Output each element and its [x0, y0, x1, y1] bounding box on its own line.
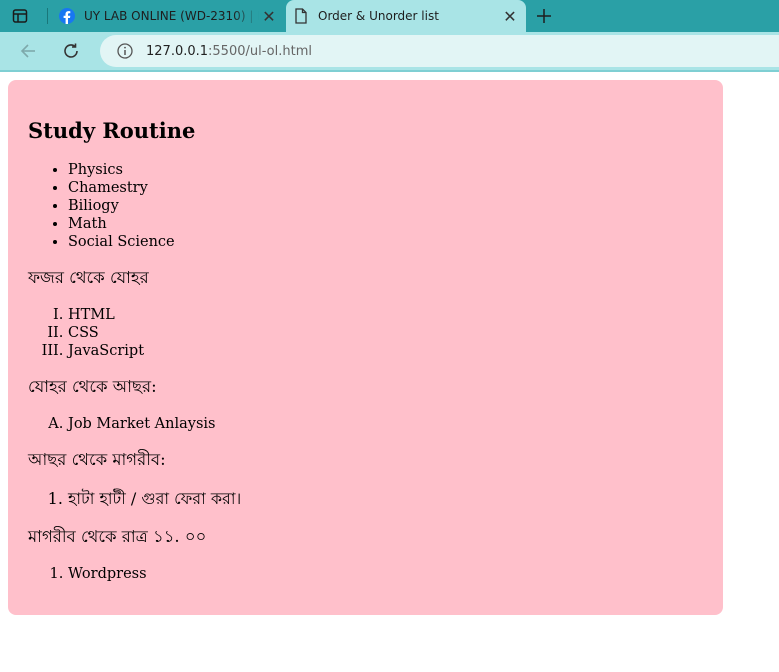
- section-title: ফজর থেকে যোহর: [28, 268, 149, 287]
- section-title: আছর থেকে মাগরীব:: [28, 450, 166, 469]
- reload-button[interactable]: [58, 38, 84, 64]
- address-bar[interactable]: 127.0.0.1:5500/ul-ol.html: [100, 35, 779, 67]
- info-icon[interactable]: [116, 42, 134, 60]
- list-item: Physics: [68, 161, 708, 179]
- plus-icon: [537, 9, 551, 23]
- url-host: 127.0.0.1: [146, 43, 209, 59]
- list-item: Chamestry: [68, 179, 708, 197]
- tab-order-unorder[interactable]: Order & Unorder list ✕: [286, 0, 526, 32]
- ordered-list-roman: HTML CSS JavaScript: [28, 306, 708, 360]
- tab-title: UY LAB ONLINE (WD-2310) | Fac: [84, 9, 259, 23]
- ordered-list-alpha: Job Market Anlaysis: [28, 415, 708, 433]
- ordered-list-decimal: হাটা হাটী / গুরা ফেরা করা।: [28, 488, 708, 510]
- url-path: :5500/ul-ol.html: [208, 43, 312, 59]
- list-item: Wordpress: [68, 565, 708, 583]
- facebook-icon: [58, 7, 76, 25]
- tab-bar: UY LAB ONLINE (WD-2310) | Fac ✕ Order & …: [0, 0, 779, 32]
- tab-title: Order & Unorder list: [318, 9, 439, 23]
- arrow-left-icon: [20, 44, 35, 58]
- list-item: Social Science: [68, 233, 708, 251]
- list-item: JavaScript: [68, 342, 708, 360]
- page-title: Study Routine: [28, 118, 196, 143]
- list-item: Math: [68, 215, 708, 233]
- subject-list: Physics Chamestry Biliogy Math Social Sc…: [28, 161, 708, 251]
- list-item: Job Market Anlaysis: [68, 415, 708, 433]
- new-tab-button[interactable]: [533, 5, 555, 27]
- close-icon[interactable]: ✕: [259, 6, 279, 26]
- list-item: হাটা হাটী / গুরা ফেরা করা।: [68, 488, 708, 510]
- list-item: HTML: [68, 306, 708, 324]
- url-text: 127.0.0.1:5500/ul-ol.html: [146, 44, 312, 59]
- tab-uy-lab[interactable]: UY LAB ONLINE (WD-2310) | Fac ✕: [52, 0, 285, 32]
- section-title: মাগরীব থেকে রাত্র ১১. ০০: [28, 527, 207, 546]
- reload-icon: [64, 43, 78, 58]
- list-item: CSS: [68, 324, 708, 342]
- tab-separator: [47, 8, 48, 24]
- document-icon: [292, 7, 310, 25]
- tab-actions-icon[interactable]: [6, 5, 34, 27]
- ordered-list-decimal: Wordpress: [28, 565, 708, 583]
- close-icon[interactable]: ✕: [500, 6, 520, 26]
- browser-toolbar: 127.0.0.1:5500/ul-ol.html: [0, 32, 779, 72]
- list-item: Biliogy: [68, 197, 708, 215]
- section-title: যোহর থেকে আছর:: [28, 377, 157, 396]
- page-content: Study Routine Physics Chamestry Biliogy …: [28, 96, 708, 583]
- back-button[interactable]: [15, 38, 41, 64]
